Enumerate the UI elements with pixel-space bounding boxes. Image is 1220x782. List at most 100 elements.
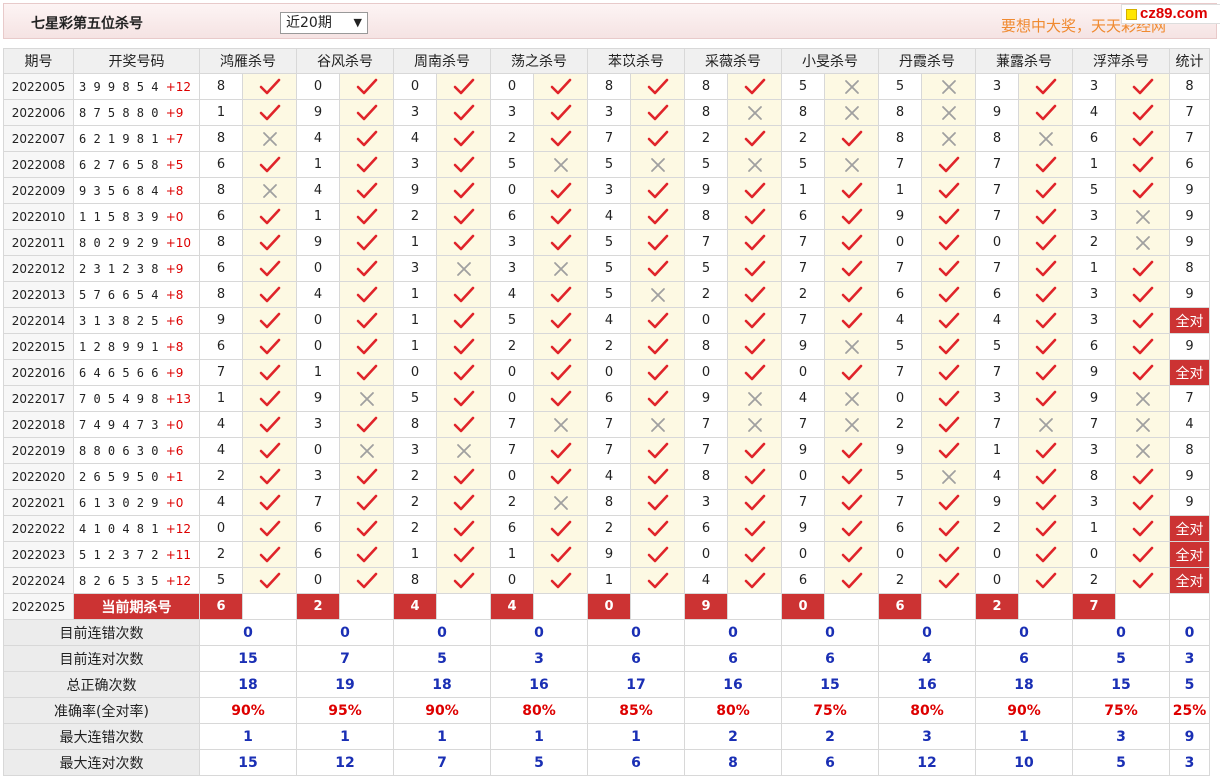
wrong-mark — [1115, 437, 1170, 464]
summary-value: 5 — [1072, 645, 1170, 672]
summary-value: 15 — [199, 645, 297, 672]
correct-mark — [727, 281, 782, 308]
correct-mark — [1115, 515, 1170, 542]
kill-number-cell: 1 — [296, 203, 340, 230]
check-icon — [550, 130, 571, 146]
correct-mark — [339, 99, 394, 126]
kill-number-cell: 0 — [878, 541, 922, 568]
kill-number-cell: 3 — [393, 99, 437, 126]
site-logo[interactable]: cz89.com — [1121, 4, 1220, 24]
period-range-select[interactable]: 近20期 ▼ — [280, 12, 368, 34]
correct-mark — [242, 73, 297, 100]
correct-mark — [921, 437, 976, 464]
correct-mark — [533, 437, 588, 464]
kill-number-cell: 3 — [1072, 203, 1116, 230]
draw-extra: +12 — [165, 573, 192, 588]
check-icon — [647, 182, 668, 198]
check-icon — [744, 234, 765, 250]
correct-mark — [242, 567, 297, 594]
correct-mark — [436, 541, 491, 568]
check-icon — [1132, 260, 1153, 276]
check-icon — [647, 364, 668, 380]
check-icon — [453, 130, 474, 146]
check-icon — [550, 312, 571, 328]
summary-label: 总正确次数 — [3, 671, 200, 698]
kill-number-cell: 3 — [587, 177, 631, 204]
kill-number-cell: 8 — [684, 99, 728, 126]
wrong-mark — [824, 73, 879, 100]
period-cell: 2022023 — [3, 541, 74, 568]
check-icon — [647, 78, 668, 94]
correct-mark — [630, 385, 685, 412]
summary-value: 1 — [587, 723, 685, 750]
correct-mark — [727, 515, 782, 542]
kill-number-cell: 1 — [393, 229, 437, 256]
draw-extra: +12 — [165, 521, 192, 536]
table-row: 2022023 5 1 2 3 7 2 +11 2 6 1 1 9 0 0 0 0 0 全对 — [3, 541, 1210, 568]
check-icon — [453, 520, 474, 536]
col-header-numbers: 开奖号码 — [73, 48, 200, 74]
draw-numbers: 1 2 8 9 9 1 — [79, 339, 159, 354]
summary-value: 0 — [296, 619, 394, 646]
correct-mark — [824, 489, 879, 516]
correct-mark — [242, 463, 297, 490]
kill-number-cell: 0 — [490, 463, 534, 490]
summary-value: 80% — [490, 697, 588, 724]
kill-number-cell: 2 — [393, 203, 437, 230]
summary-label: 准确率(全对率) — [3, 697, 200, 724]
kill-number-cell: 6 — [781, 567, 825, 594]
kill-number-cell: 1 — [1072, 255, 1116, 282]
draw-extra: +8 — [165, 183, 184, 198]
check-icon — [259, 156, 280, 172]
kill-number-cell: 3 — [587, 99, 631, 126]
kill-number-cell: 1 — [296, 151, 340, 178]
correct-mark — [1115, 541, 1170, 568]
stat-cell: 9 — [1169, 203, 1210, 230]
current-kill-number: 6 — [878, 593, 922, 620]
correct-mark — [436, 281, 491, 308]
correct-mark — [1115, 281, 1170, 308]
draw-numbers: 1 1 5 8 3 9 — [79, 209, 159, 224]
kill-number-cell: 9 — [199, 307, 243, 334]
summary-value: 85% — [587, 697, 685, 724]
kill-number-cell: 1 — [393, 541, 437, 568]
correct-mark — [630, 541, 685, 568]
check-icon — [744, 260, 765, 276]
check-icon — [1035, 442, 1056, 458]
kill-number-cell: 2 — [878, 411, 922, 438]
summary-row: 目前连对次数 15 7 5 3 6 6 6 4 6 5 3 — [3, 645, 1210, 672]
summary-value: 1 — [393, 723, 491, 750]
kill-number-cell: 0 — [781, 541, 825, 568]
cross-icon — [359, 443, 374, 458]
draw-numbers: 8 0 2 9 2 9 — [79, 235, 159, 250]
wrong-mark — [727, 411, 782, 438]
kill-number-cell: 1 — [393, 333, 437, 360]
check-icon — [1132, 546, 1153, 562]
correct-mark — [921, 489, 976, 516]
kill-number-cell: 3 — [1072, 307, 1116, 334]
kill-number-cell: 7 — [975, 359, 1019, 386]
correct-mark — [533, 177, 588, 204]
summary-value: 0 — [684, 619, 782, 646]
table-row: 2022005 3 9 9 8 5 4 +12 8 0 0 0 8 8 5 5 3 3 8 — [3, 73, 1210, 100]
correct-mark — [824, 541, 879, 568]
draw-extra: +9 — [165, 261, 184, 276]
col-header-expert: 丹霞杀号 — [878, 48, 976, 74]
correct-mark — [1018, 437, 1073, 464]
correct-mark — [533, 73, 588, 100]
correct-mark — [727, 541, 782, 568]
draw-numbers: 3 1 3 8 2 5 — [79, 313, 159, 328]
table-row: 2022012 2 3 1 2 3 8 +9 6 0 3 3 5 5 7 7 7 1 8 — [3, 255, 1210, 282]
wrong-mark — [824, 333, 879, 360]
summary-value: 16 — [878, 671, 976, 698]
correct-mark — [727, 203, 782, 230]
kill-number-cell: 7 — [975, 177, 1019, 204]
wrong-mark — [1018, 125, 1073, 152]
col-header-expert: 荡之杀号 — [490, 48, 588, 74]
check-icon — [550, 234, 571, 250]
stat-cell: 9 — [1169, 489, 1210, 516]
check-icon — [841, 546, 862, 562]
check-icon — [938, 182, 959, 198]
page-title: 七星彩第五位杀号 — [31, 16, 143, 32]
correct-mark — [436, 125, 491, 152]
